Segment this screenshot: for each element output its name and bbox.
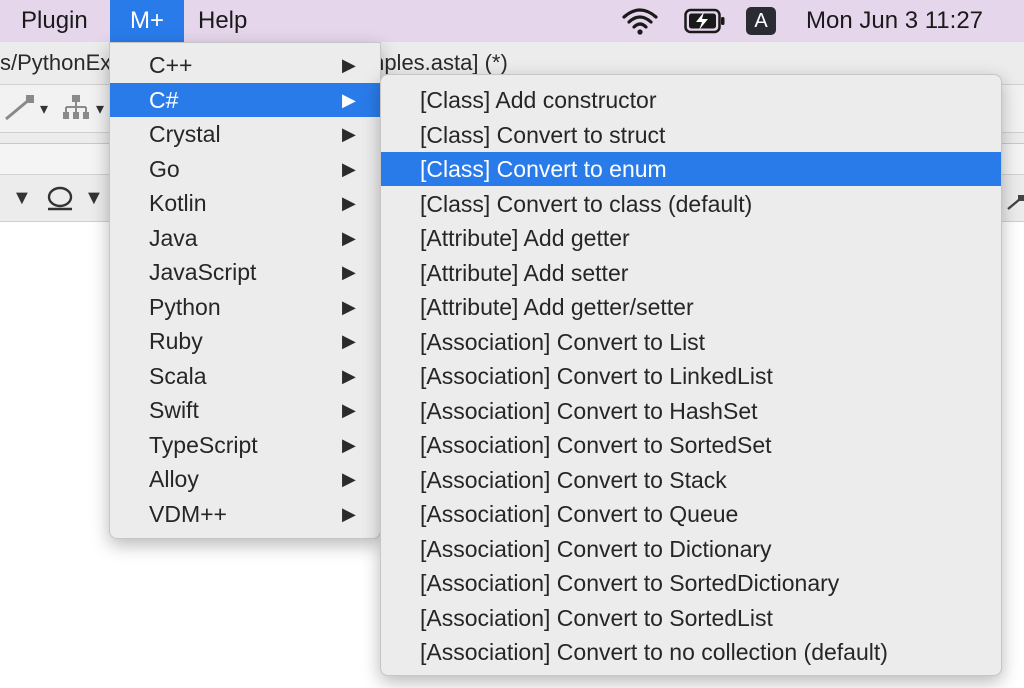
menu-item-label: Kotlin bbox=[149, 190, 207, 216]
submenu-arrow-icon: ▶ bbox=[342, 469, 356, 489]
menu-item-ruby[interactable]: Ruby ▶ bbox=[110, 324, 380, 358]
submenu-item-label: [Association] Convert to SortedList bbox=[420, 604, 773, 631]
menu-bar: Plugin M+ Help A Mon Jun 3 11:27 bbox=[0, 0, 1024, 42]
submenu-item-association-convert-to-sorteddictionary[interactable]: [Association] Convert to SortedDictionar… bbox=[381, 566, 1001, 600]
submenu-arrow-icon: ▶ bbox=[342, 296, 356, 317]
submenu-arrow-icon: ▶ bbox=[342, 89, 356, 110]
submenu-item-association-convert-to-dictionary[interactable]: [Association] Convert to Dictionary bbox=[381, 532, 1001, 566]
dropdown-arrow-icon[interactable]: ▾ bbox=[40, 99, 48, 119]
menu-item-label: C++ bbox=[149, 52, 193, 78]
submenu-item-class-convert-to-class-default[interactable]: [Class] Convert to class (default) bbox=[381, 187, 1001, 221]
menu-item-label: Go bbox=[149, 155, 180, 182]
submenu-item-association-convert-to-linkedlist[interactable]: [Association] Convert to LinkedList bbox=[381, 359, 1001, 393]
submenu-item-label: [Class] Convert to struct bbox=[420, 121, 666, 148]
submenu-item-association-convert-to-sortedlist[interactable]: [Association] Convert to SortedList bbox=[381, 601, 1001, 635]
connector-tool-icon[interactable] bbox=[1006, 193, 1024, 211]
menu-item-swift[interactable]: Swift ▶ bbox=[110, 393, 380, 427]
submenu-arrow-icon: ▶ bbox=[342, 434, 356, 455]
wifi-icon[interactable] bbox=[620, 5, 660, 37]
menu-item-label: TypeScript bbox=[149, 431, 258, 458]
submenu-item-attribute-add-getter[interactable]: [Attribute] Add getter bbox=[381, 221, 1001, 255]
menu-item-csharp[interactable]: C# ▶ bbox=[110, 82, 380, 117]
menu-item-alloy[interactable]: Alloy ▶ bbox=[110, 462, 380, 496]
submenu-item-label: [Class] Convert to class (default) bbox=[420, 190, 753, 217]
menu-item-label: Ruby bbox=[149, 328, 203, 354]
menu-item-label: Scala bbox=[149, 362, 207, 389]
submenu-arrow-icon: ▶ bbox=[342, 503, 356, 524]
submenu-item-label: [Association] Convert to SortedDictionar… bbox=[420, 570, 840, 596]
submenu-item-label: [Attribute] Add getter/setter bbox=[420, 294, 694, 320]
submenu-arrow-icon: ▶ bbox=[342, 227, 356, 248]
csharp-submenu: [Class] Add constructor [Class] Convert t… bbox=[380, 74, 1002, 676]
submenu-item-attribute-add-setter[interactable]: [Attribute] Add setter bbox=[381, 256, 1001, 290]
submenu-item-label: [Attribute] Add setter bbox=[420, 259, 629, 286]
submenu-item-attribute-add-getter-setter[interactable]: [Attribute] Add getter/setter bbox=[381, 290, 1001, 324]
menu-item-label: Java bbox=[149, 224, 198, 251]
submenu-item-association-convert-to-queue[interactable]: [Association] Convert to Queue bbox=[381, 497, 1001, 531]
submenu-item-class-convert-to-enum[interactable]: [Class] Convert to enum bbox=[381, 152, 1001, 186]
submenu-item-association-convert-to-no-collection-default[interactable]: [Association] Convert to no collection (… bbox=[381, 635, 1001, 669]
menu-item-python[interactable]: Python ▶ bbox=[110, 290, 380, 324]
submenu-arrow-icon: ▶ bbox=[342, 400, 356, 420]
submenu-item-label: [Attribute] Add getter bbox=[420, 225, 630, 251]
submenu-item-label: [Association] Convert to Queue bbox=[420, 501, 739, 527]
submenu-arrow-icon: ▶ bbox=[342, 365, 356, 386]
menu-m-plus[interactable]: M+ bbox=[110, 0, 184, 42]
submenu-item-label: [Association] Convert to SortedSet bbox=[420, 432, 772, 458]
submenu-item-association-convert-to-stack[interactable]: [Association] Convert to Stack bbox=[381, 463, 1001, 497]
menu-item-javascript[interactable]: JavaScript ▶ bbox=[110, 255, 380, 289]
submenu-item-class-add-constructor[interactable]: [Class] Add constructor bbox=[381, 83, 1001, 117]
submenu-item-association-convert-to-sortedset[interactable]: [Association] Convert to SortedSet bbox=[381, 428, 1001, 462]
menu-item-scala[interactable]: Scala ▶ bbox=[110, 359, 380, 393]
submenu-item-label: [Association] Convert to List bbox=[420, 328, 706, 355]
submenu-item-association-convert-to-hashset[interactable]: [Association] Convert to HashSet bbox=[381, 394, 1001, 428]
menu-item-label: JavaScript bbox=[149, 259, 257, 285]
tree-layout-icon[interactable] bbox=[62, 94, 90, 122]
submenu-arrow-icon: ▶ bbox=[342, 331, 356, 351]
dropdown-arrow-icon[interactable]: ▾ bbox=[96, 99, 104, 119]
submenu-item-label: [Association] Convert to HashSet bbox=[420, 397, 758, 424]
menu-item-label: Alloy bbox=[149, 466, 199, 492]
submenu-item-label: [Association] Convert to no collection (… bbox=[420, 639, 888, 665]
lasso-tool-icon[interactable] bbox=[44, 185, 76, 213]
submenu-item-class-convert-to-struct[interactable]: [Class] Convert to struct bbox=[381, 118, 1001, 152]
menu-item-vdmplusplus[interactable]: VDM++ ▶ bbox=[110, 497, 380, 531]
input-source-icon[interactable]: A bbox=[746, 7, 776, 35]
menu-item-label: Swift bbox=[149, 397, 199, 423]
menu-item-typescript[interactable]: TypeScript ▶ bbox=[110, 428, 380, 462]
submenu-item-association-convert-to-list[interactable]: [Association] Convert to List bbox=[381, 325, 1001, 359]
dropdown-arrow-icon[interactable]: ▼ bbox=[84, 187, 104, 210]
connector-tool-icon[interactable] bbox=[2, 93, 36, 123]
submenu-item-label: [Class] Add constructor bbox=[420, 87, 657, 113]
dropdown-arrow-icon[interactable]: ▼ bbox=[12, 187, 32, 210]
submenu-item-label: [Association] Convert to Dictionary bbox=[420, 535, 772, 562]
menu-item-label: Crystal bbox=[149, 121, 221, 147]
submenu-item-label: [Association] Convert to Stack bbox=[420, 466, 727, 493]
menu-plugin[interactable]: Plugin bbox=[21, 0, 88, 42]
menu-item-label: C# bbox=[149, 86, 179, 113]
window-title-left: s/PythonEx bbox=[0, 50, 112, 75]
submenu-arrow-icon: ▶ bbox=[342, 158, 356, 179]
battery-charging-icon[interactable] bbox=[684, 8, 726, 34]
menubar-clock[interactable]: Mon Jun 3 11:27 bbox=[806, 0, 983, 42]
menu-item-label: VDM++ bbox=[149, 500, 227, 527]
submenu-arrow-icon: ▶ bbox=[342, 124, 356, 144]
menu-item-java[interactable]: Java ▶ bbox=[110, 221, 380, 255]
menu-item-label: Python bbox=[149, 293, 221, 320]
menu-item-cplusplus[interactable]: C++ ▶ bbox=[110, 48, 380, 82]
submenu-arrow-icon: ▶ bbox=[342, 55, 356, 75]
menu-item-go[interactable]: Go ▶ bbox=[110, 152, 380, 186]
menu-help[interactable]: Help bbox=[198, 0, 247, 42]
submenu-arrow-icon: ▶ bbox=[342, 262, 356, 282]
menu-item-kotlin[interactable]: Kotlin ▶ bbox=[110, 186, 380, 220]
submenu-arrow-icon: ▶ bbox=[342, 193, 356, 213]
submenu-item-label: [Class] Convert to enum bbox=[420, 156, 667, 182]
menu-item-crystal[interactable]: Crystal ▶ bbox=[110, 117, 380, 151]
language-menu: C++ ▶ C# ▶ Crystal ▶ Go ▶ Kotlin ▶ Java ▶ JavaScript… bbox=[109, 42, 381, 539]
submenu-item-label: [Association] Convert to LinkedList bbox=[420, 363, 773, 389]
